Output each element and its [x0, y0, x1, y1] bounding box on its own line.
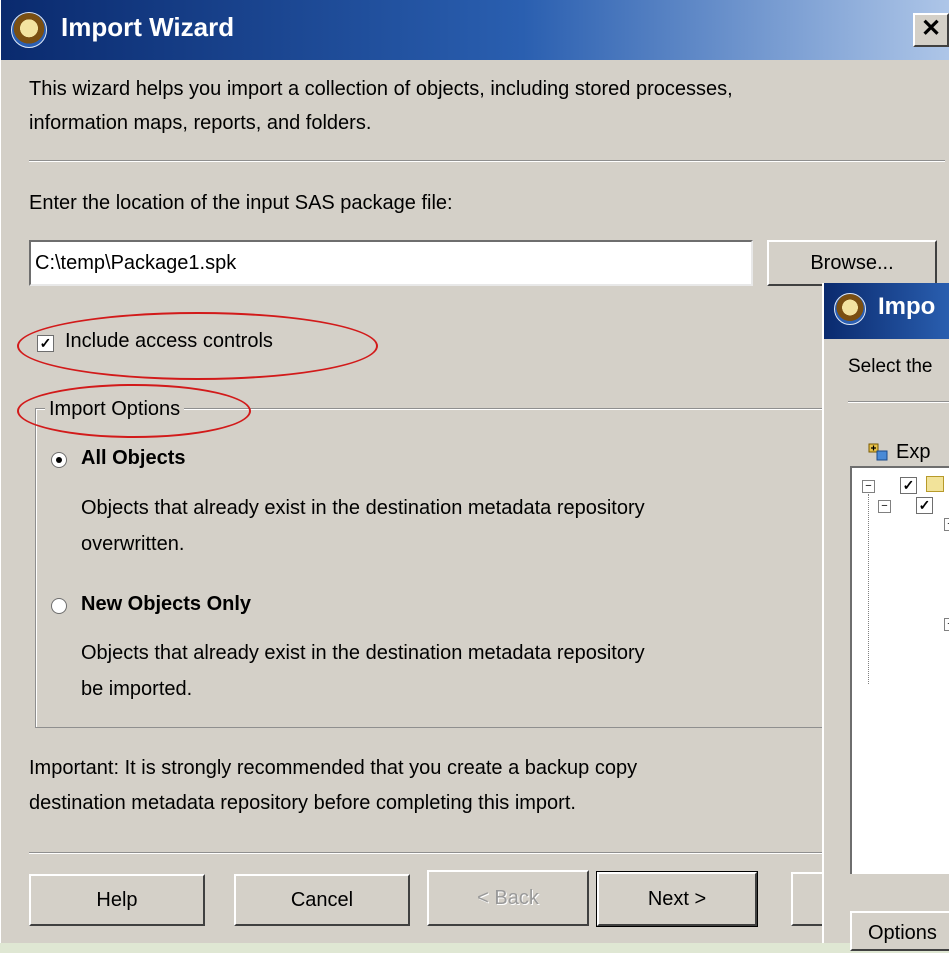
next-label: Next > [647, 888, 707, 910]
cancel-button[interactable]: Cancel [234, 874, 410, 926]
intro-text-line2: information maps, reports, and folders. [29, 112, 372, 134]
new-objects-desc-line2: be imported. [81, 678, 193, 700]
browse-label: Browse... [810, 252, 894, 274]
new-objects-radio[interactable] [51, 598, 67, 614]
important-text-line1: Important: It is strongly recommended th… [29, 757, 638, 779]
tree-checkbox-icon[interactable]: ✓ [900, 477, 917, 494]
wizard-icon [834, 293, 866, 325]
all-objects-radio[interactable] [51, 452, 67, 468]
overlay-expand-label[interactable]: Exp [896, 441, 930, 464]
overlay-select-text: Select the [848, 356, 933, 377]
close-icon: ✕ [920, 15, 942, 42]
window-title: Import Wizard [61, 12, 235, 42]
important-text-line2: destination metadata repository before c… [29, 792, 576, 814]
tree-collapse-icon[interactable]: − [862, 480, 875, 493]
overlay-options-button[interactable]: Options [850, 911, 949, 951]
cancel-label: Cancel [290, 889, 354, 911]
separator-top [29, 160, 945, 162]
back-label: < Back [477, 887, 539, 909]
location-label: Enter the location of the input SAS pack… [29, 192, 453, 214]
wizard-icon [11, 12, 47, 48]
overlay-title-bar[interactable]: Impo [824, 283, 949, 339]
overlay-options-label: Options [868, 922, 937, 944]
help-label: Help [96, 889, 138, 911]
file-path-input[interactable]: C:\temp\Package1.spk [29, 240, 753, 286]
overlay-tree[interactable]: − ✓ − ✓ − − [850, 466, 949, 874]
tree-collapse-icon[interactable]: − [878, 500, 891, 513]
separator-bottom [29, 852, 945, 854]
browse-button[interactable]: Browse... [767, 240, 937, 286]
folder-icon [926, 476, 944, 492]
annotation-ellipse-options [17, 384, 251, 438]
back-button[interactable]: < Back [427, 870, 589, 926]
intro-text-line1: This wizard helps you import a collectio… [29, 78, 733, 100]
tree-collapse-icon[interactable]: − [944, 518, 949, 531]
new-objects-label[interactable]: New Objects Only [81, 593, 251, 616]
annotation-ellipse-access [17, 312, 378, 380]
file-path-value: C:\temp\Package1.spk [35, 252, 237, 274]
overlay-window-title: Impo [878, 293, 936, 320]
import-wizard-window: Import Wizard ✕ This wizard helps you im… [0, 0, 949, 943]
export-wizard-window: Impo Select the Exp − ✓ − ✓ − − Options [822, 283, 949, 951]
help-button[interactable]: Help [29, 874, 205, 926]
tree-collapse-icon[interactable]: − [944, 618, 949, 631]
close-button[interactable]: ✕ [913, 13, 949, 47]
tree-guide [868, 494, 869, 684]
all-objects-desc-line2: overwritten. [81, 533, 185, 555]
all-objects-label[interactable]: All Objects [81, 447, 185, 470]
expand-icon [868, 443, 888, 461]
tree-checkbox-icon[interactable]: ✓ [916, 497, 933, 514]
overlay-separator [848, 401, 949, 403]
next-button[interactable]: Next > [596, 871, 758, 927]
all-objects-desc-line1: Objects that already exist in the destin… [81, 497, 645, 519]
title-bar[interactable]: Import Wizard ✕ [1, 0, 949, 60]
new-objects-desc-line1: Objects that already exist in the destin… [81, 642, 645, 664]
